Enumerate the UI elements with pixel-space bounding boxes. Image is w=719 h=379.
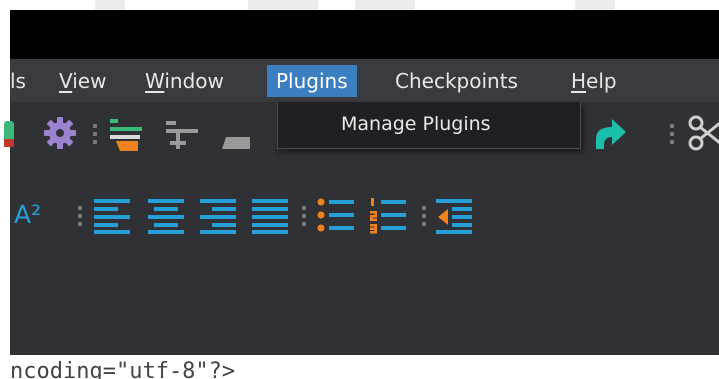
superscript-icon[interactable]: A² — [14, 197, 41, 233]
align-right-gray-icon[interactable] — [162, 113, 202, 153]
toolbar-separator — [93, 124, 97, 144]
outdent-icon[interactable] — [434, 195, 474, 235]
align-center-icon[interactable] — [146, 195, 186, 235]
bullet-list-icon[interactable] — [316, 195, 356, 235]
title-bar — [10, 10, 719, 59]
menu-tools-label: ls — [10, 69, 26, 93]
menu-window[interactable]: Window — [136, 65, 233, 97]
app-window: ls View Window Plugins Checkpoints Help — [4, 59, 719, 355]
watermark-shape — [355, 0, 415, 10]
eraser-icon[interactable] — [216, 113, 256, 153]
gear-icon[interactable] — [40, 113, 80, 153]
toolbar-separator — [302, 206, 306, 226]
watermark-shape — [95, 0, 125, 10]
menu-bar: ls View Window Plugins Checkpoints Help — [10, 59, 719, 102]
scissors-icon[interactable] — [684, 113, 719, 153]
toolbar-separator — [78, 206, 82, 226]
menu-tools[interactable]: ls — [1, 65, 35, 97]
superscript-label: A² — [14, 200, 42, 229]
top-strip — [0, 0, 719, 10]
watermark-shape — [248, 0, 318, 10]
justify-icon[interactable] — [250, 195, 290, 235]
plugins-dropdown-menu: Manage Plugins — [277, 102, 581, 149]
screenshot-root: ls View Window Plugins Checkpoints Help — [0, 0, 719, 379]
toolbar-separator — [670, 124, 674, 144]
menu-help-rest: elp — [586, 69, 617, 93]
menu-view[interactable]: View — [50, 65, 115, 97]
menu-view-mnemonic: V — [59, 69, 73, 93]
menu-window-mnemonic: W — [145, 69, 165, 93]
green-partial-icon[interactable] — [4, 113, 44, 153]
menu-checkpoints-label: Checkpoints — [395, 69, 518, 93]
menu-window-rest: indow — [164, 69, 224, 93]
code-line: ncoding="utf-8"?> — [10, 359, 236, 379]
manage-plugins-menu-item[interactable]: Manage Plugins — [278, 108, 580, 140]
align-right-icon[interactable] — [198, 195, 238, 235]
menu-plugins[interactable]: Plugins — [267, 65, 357, 97]
menu-help[interactable]: Help — [562, 65, 626, 97]
menu-plugins-label: Plugins — [276, 69, 348, 93]
menu-checkpoints[interactable]: Checkpoints — [386, 65, 527, 97]
toolbar-separator — [422, 206, 426, 226]
watermark-shape — [575, 0, 615, 10]
numbered-list-icon[interactable] — [368, 195, 408, 235]
menu-view-rest: iew — [72, 69, 107, 93]
align-left-highlight-icon[interactable] — [106, 113, 146, 153]
menu-help-mnemonic: H — [571, 69, 587, 93]
editor-peek: ncoding="utf-8"?> — [0, 355, 719, 379]
format-toolbar: A² — [10, 191, 719, 239]
redo-icon[interactable] — [590, 113, 630, 153]
align-left-icon[interactable] — [92, 195, 132, 235]
